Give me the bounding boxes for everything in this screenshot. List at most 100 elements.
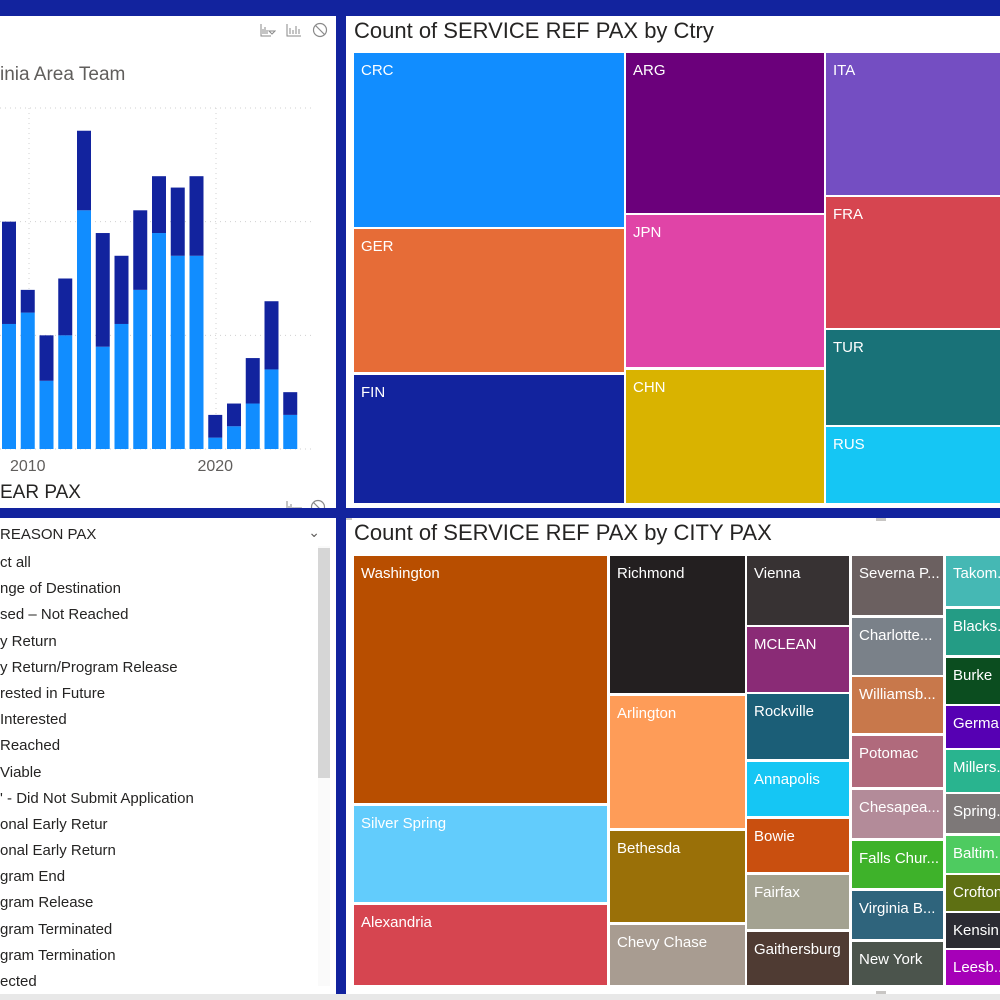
treemap-cell-annapolis[interactable]: Annapolis (747, 762, 849, 816)
treemap-cell-silver-spring[interactable]: Silver Spring (354, 806, 607, 902)
bar-series-dark-2018[interactable] (170, 187, 185, 256)
bar-series-light-2015[interactable] (114, 323, 129, 449)
treemap-cell-williamsb[interactable]: Williamsb... (852, 677, 943, 733)
bar-series-dark-2019[interactable] (189, 176, 204, 256)
treemap-cell-ita[interactable]: ITA (826, 53, 1000, 195)
bar-series-light-2022[interactable] (245, 403, 260, 449)
slicer-item[interactable]: Viable (0, 760, 320, 786)
treemap-cell-burke[interactable]: Burke (946, 658, 1000, 704)
treemap-cell-richmond[interactable]: Richmond (610, 556, 745, 693)
resize-handle[interactable] (876, 518, 886, 521)
bar-series-light-2014[interactable] (95, 346, 110, 449)
slicer-item[interactable]: rested in Future (0, 681, 320, 707)
bar-series-light-2024[interactable] (283, 414, 298, 449)
treemap-cell-washington[interactable]: Washington (354, 556, 607, 803)
bar-series-light-2016[interactable] (133, 289, 148, 449)
bar-series-light-2023[interactable] (264, 369, 279, 449)
treemap-cell-chesapea[interactable]: Chesapea... (852, 790, 943, 838)
treemap-cell-leesb[interactable]: Leesb... (946, 950, 1000, 985)
treemap-cell-crofton[interactable]: Crofton (946, 875, 1000, 911)
bar-series-light-2012[interactable] (58, 335, 73, 449)
treemap-cell-rus[interactable]: RUS (826, 427, 1000, 503)
treemap-cell-fairfax[interactable]: Fairfax (747, 875, 849, 929)
treemap-cell-crc[interactable]: CRC (354, 53, 624, 227)
bar-series-dark-2010[interactable] (20, 289, 35, 313)
treemap-cell-charlotte[interactable]: Charlotte... (852, 618, 943, 675)
treemap-cell-label: Baltim... (953, 845, 1000, 862)
treemap-cell-spring[interactable]: Spring... (946, 794, 1000, 833)
treemap-cell-germa[interactable]: Germa... (946, 706, 1000, 748)
stacked-bar-chart-panel[interactable]: inia Area Team 2010 2020 EAR PAX (0, 16, 336, 508)
slicer-item[interactable]: ct all (0, 550, 320, 576)
bar-series-dark-2013[interactable] (77, 130, 91, 211)
treemap-cell-new-york[interactable]: New York (852, 942, 943, 985)
treemap-cell-gaithersburg[interactable]: Gaithersburg (747, 932, 849, 985)
treemap-cell-bowie[interactable]: Bowie (747, 819, 849, 872)
bar-series-light-2009[interactable] (2, 323, 16, 449)
slicer-item[interactable]: y Return (0, 629, 320, 655)
resize-handle[interactable] (346, 518, 352, 520)
treemap-cell-kensin[interactable]: Kensin... (946, 913, 1000, 948)
treemap-cell-bethesda[interactable]: Bethesda (610, 831, 745, 922)
treemap-cell-arlington[interactable]: Arlington (610, 696, 745, 828)
treemap-cell-fra[interactable]: FRA (826, 197, 1000, 328)
treemap-cell-ger[interactable]: GER (354, 229, 624, 372)
treemap-cell-millers[interactable]: Millers... (946, 750, 1000, 792)
bar-series-dark-2011[interactable] (39, 335, 54, 381)
slicer-item[interactable]: onal Early Retur (0, 812, 320, 838)
treemap-cell-tur[interactable]: TUR (826, 330, 1000, 425)
treemap-cell-alexandria[interactable]: Alexandria (354, 905, 607, 985)
treemap-cell-label: Richmond (617, 565, 685, 582)
bar-series-light-2021[interactable] (227, 426, 241, 449)
no-filter-icon[interactable] (310, 499, 326, 508)
treemap-cell-potomac[interactable]: Potomac (852, 736, 943, 787)
treemap-cell-blacks[interactable]: Blacks... (946, 609, 1000, 655)
bar-series-dark-2021[interactable] (227, 403, 241, 427)
treemap-cell-arg[interactable]: ARG (626, 53, 824, 213)
bar-series-dark-2017[interactable] (152, 176, 166, 234)
bar-series-light-2019[interactable] (189, 255, 204, 449)
bar-series-light-2013[interactable] (77, 210, 91, 449)
treemap-cell-label: Chevy Chase (617, 934, 708, 951)
treemap-cell-baltim[interactable]: Baltim... (946, 836, 1000, 873)
bar-series-light-2010[interactable] (20, 312, 35, 449)
drill-filter-icon[interactable] (286, 499, 302, 508)
treemap-cell-takom[interactable]: Takom... (946, 556, 1000, 606)
bar-series-dark-2020[interactable] (208, 414, 223, 438)
slicer-item[interactable]: gram Termination (0, 943, 320, 969)
bar-series-light-2011[interactable] (39, 380, 54, 449)
slicer-item[interactable]: y Return/Program Release (0, 655, 320, 681)
slicer-item[interactable]: gram End (0, 864, 320, 890)
slicer-item[interactable]: sed – Not Reached (0, 602, 320, 628)
treemap-cell-virginia-b[interactable]: Virginia B... (852, 891, 943, 939)
bar-series-dark-2023[interactable] (264, 301, 279, 370)
slicer-item[interactable]: nge of Destination (0, 576, 320, 602)
bar-series-dark-2022[interactable] (245, 358, 260, 404)
slicer-item[interactable]: Interested (0, 707, 320, 733)
slicer-item[interactable]: ected (0, 969, 320, 995)
treemap-cell-jpn[interactable]: JPN (626, 215, 824, 367)
bar-series-light-2017[interactable] (152, 233, 166, 449)
treemap-cell-chevy-chase[interactable]: Chevy Chase (610, 925, 745, 985)
slicer-item[interactable]: ' - Did Not Submit Application (0, 786, 320, 812)
treemap-cell-chn[interactable]: CHN (626, 370, 824, 503)
bar-series-dark-2016[interactable] (133, 210, 148, 290)
treemap-cell-falls-chur[interactable]: Falls Chur... (852, 841, 943, 888)
slicer-item[interactable]: Reached (0, 733, 320, 759)
bar-series-dark-2024[interactable] (283, 392, 298, 415)
slicer-item[interactable]: gram Terminated (0, 917, 320, 943)
treemap-cell-vienna[interactable]: Vienna (747, 556, 849, 625)
treemap-cell-mclean[interactable]: MCLEAN (747, 627, 849, 692)
bar-series-dark-2009[interactable] (2, 221, 16, 324)
treemap-cell-fin[interactable]: FIN (354, 375, 624, 503)
bar-series-dark-2014[interactable] (95, 233, 110, 347)
slicer-item[interactable]: onal Early Return (0, 838, 320, 864)
slicer-item[interactable]: gram Release (0, 890, 320, 916)
bar-series-dark-2012[interactable] (58, 278, 73, 336)
treemap-cell-rockville[interactable]: Rockville (747, 694, 849, 759)
bar-series-light-2018[interactable] (170, 255, 185, 449)
bar-series-dark-2015[interactable] (114, 255, 129, 324)
bar-series-light-2020[interactable] (208, 437, 223, 449)
treemap-cell-severna-p[interactable]: Severna P... (852, 556, 943, 615)
chevron-down-icon[interactable]: ⌄ (308, 524, 320, 541)
